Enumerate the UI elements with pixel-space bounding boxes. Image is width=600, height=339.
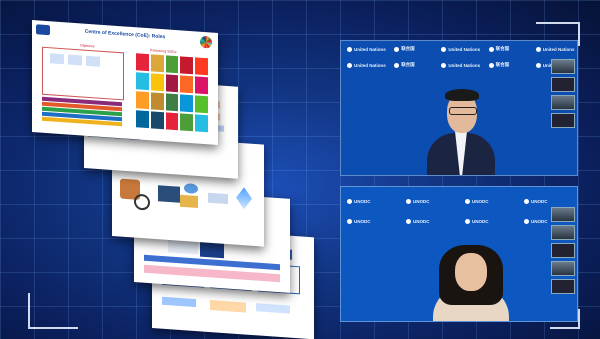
objective-header: Objective (80, 43, 95, 49)
participant-thumbnail[interactable] (551, 279, 575, 294)
un-logo-text: United Nations (530, 41, 577, 57)
un-logo-text: United Nations (341, 41, 388, 57)
un-logo-text: United Nations (435, 57, 482, 73)
unodc-logo-text: UNODC (341, 211, 400, 231)
un-logo-text: United Nations (435, 41, 482, 57)
unodc-logo-text: UNODC (400, 211, 459, 231)
participant-thumbnail[interactable] (551, 59, 575, 74)
participant-thumbnail[interactable] (551, 243, 575, 258)
participant-thumbnail[interactable] (551, 113, 575, 128)
un-logo-text-cn: 联合国 (483, 41, 530, 57)
un-logo-text-cn: 联合国 (483, 57, 530, 73)
video-feed-speaker-2[interactable]: UNODC UNODC UNODC UNODC UNODC UNODC UNOD… (340, 186, 578, 322)
participant-thumbnails (551, 59, 575, 131)
sdg-header: Partnering SDGs (150, 48, 177, 55)
video-feed-speaker-1[interactable]: United Nations 联合国 United Nations 联合国 Un… (340, 40, 578, 176)
participant-thumbnail[interactable] (551, 95, 575, 110)
un-logo-text: United Nations (341, 57, 388, 73)
unodc-logo-text: UNODC (459, 211, 518, 231)
slide-1: Centre of Excellence (CoE): Roles Object… (32, 20, 218, 146)
un-logo-text-cn: 联合国 (388, 57, 435, 73)
un-logo-text-cn: 联合国 (388, 41, 435, 57)
participant-thumbnails (551, 207, 575, 297)
speaker-1-person (381, 81, 541, 175)
virtual-stage: Centre of Excellence (CoE): Roles Object… (0, 0, 600, 339)
unodc-logo-text: UNODC (341, 191, 400, 211)
corner-frame-bottom-left (28, 293, 78, 329)
participant-thumbnail[interactable] (551, 225, 575, 240)
participant-thumbnail[interactable] (551, 261, 575, 276)
participant-thumbnail[interactable] (551, 207, 575, 222)
participant-thumbnail[interactable] (551, 77, 575, 92)
speaker-2-person (411, 237, 531, 321)
unodc-logo-text: UNODC (400, 191, 459, 211)
unodc-logo-text: UNODC (459, 191, 518, 211)
